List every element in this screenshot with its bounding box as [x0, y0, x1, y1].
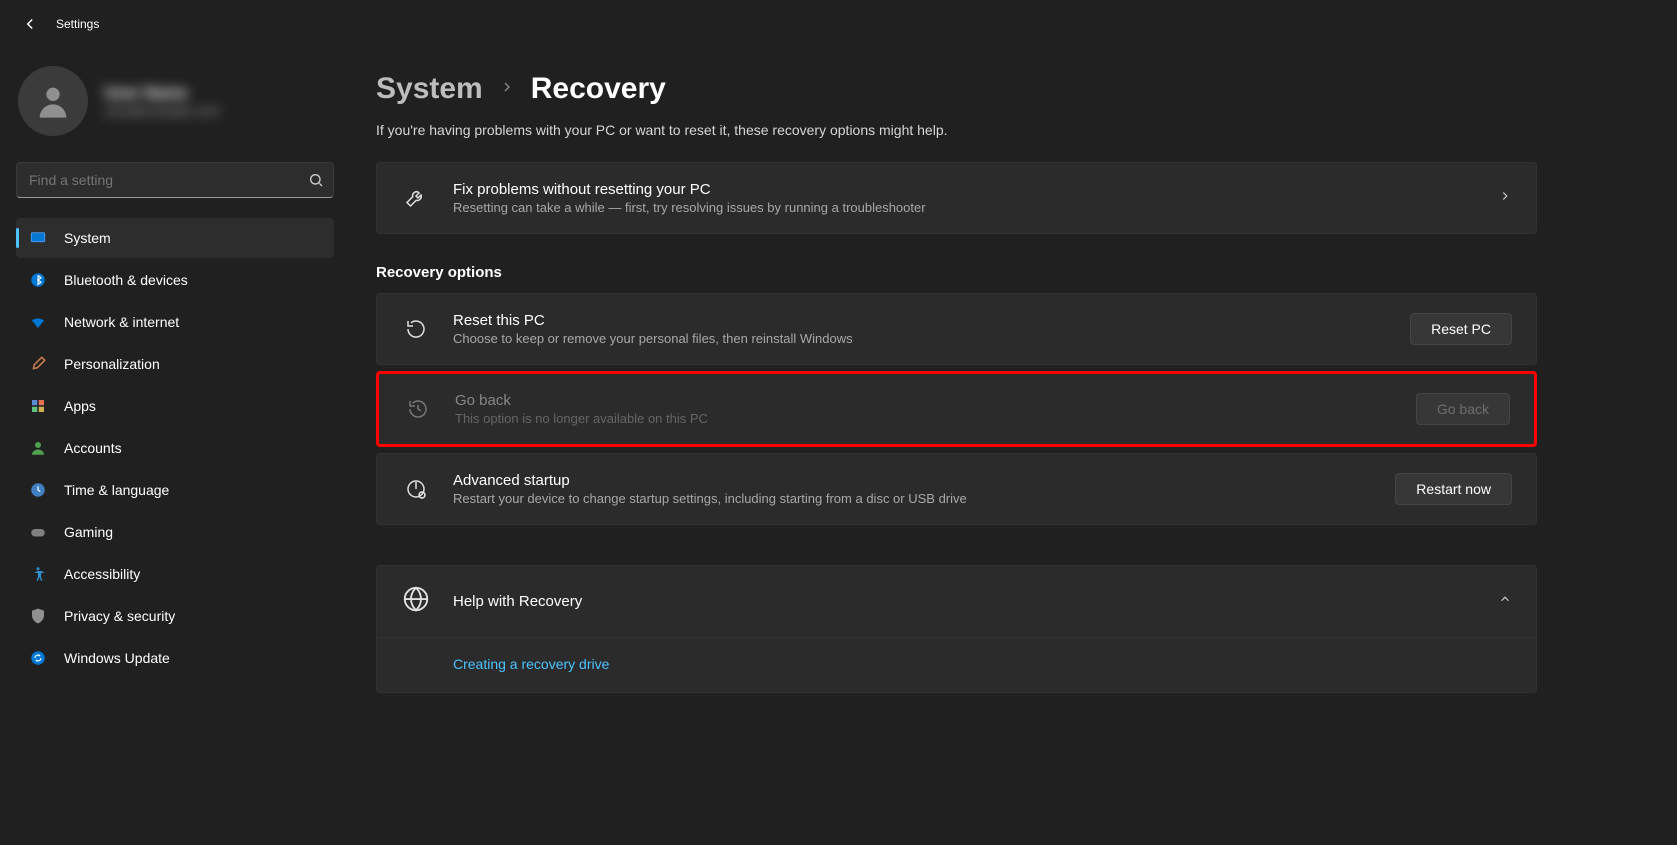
brush-icon [28, 354, 48, 374]
clock-icon [28, 480, 48, 500]
title-bar: Settings [0, 0, 1677, 48]
sidebar-item-privacy[interactable]: Privacy & security [16, 596, 334, 636]
sidebar-item-label: Windows Update [64, 650, 170, 666]
main-content: System Recovery If you're having problem… [350, 48, 1677, 845]
wifi-icon [28, 312, 48, 332]
breadcrumb-current: Recovery [531, 72, 666, 106]
chevron-right-icon [1498, 189, 1512, 208]
troubleshoot-card[interactable]: Fix problems without resetting your PC R… [376, 162, 1537, 234]
help-title: Help with Recovery [453, 593, 1498, 610]
history-icon [403, 394, 433, 424]
go-back-sub: This option is no longer available on th… [455, 411, 1360, 426]
reset-sub: Choose to keep or remove your personal f… [453, 331, 1362, 346]
sidebar-item-label: Privacy & security [64, 608, 175, 624]
restart-now-button[interactable]: Restart now [1395, 473, 1512, 505]
search-input[interactable] [16, 162, 334, 198]
sidebar-item-system[interactable]: System [16, 218, 334, 258]
troubleshoot-title: Fix problems without resetting your PC [453, 181, 1498, 198]
advanced-startup-card: Advanced startup Restart your device to … [376, 453, 1537, 525]
accounts-icon [28, 438, 48, 458]
reset-title: Reset this PC [453, 312, 1362, 329]
advanced-title: Advanced startup [453, 472, 1362, 489]
sidebar-item-label: Accessibility [64, 566, 140, 582]
nav-list: System Bluetooth & devices Network & int… [10, 218, 340, 678]
accessibility-icon [28, 564, 48, 584]
help-header[interactable]: Help with Recovery [377, 566, 1536, 638]
sidebar-item-gaming[interactable]: Gaming [16, 512, 334, 552]
sidebar-item-time[interactable]: Time & language [16, 470, 334, 510]
sidebar-item-update[interactable]: Windows Update [16, 638, 334, 678]
avatar-icon [18, 66, 88, 136]
reset-icon [401, 314, 431, 344]
update-icon [28, 648, 48, 668]
system-icon [28, 228, 48, 248]
sidebar: User Name user@example.com System Blueto… [0, 48, 350, 845]
breadcrumb: System Recovery [376, 72, 1537, 106]
chevron-up-icon [1498, 592, 1512, 611]
sidebar-item-label: Network & internet [64, 314, 179, 330]
go-back-button: Go back [1416, 393, 1510, 425]
sidebar-item-network[interactable]: Network & internet [16, 302, 334, 342]
help-link[interactable]: Creating a recovery drive [453, 656, 609, 672]
sidebar-item-accessibility[interactable]: Accessibility [16, 554, 334, 594]
help-card: Help with Recovery Creating a recovery d… [376, 565, 1537, 693]
sidebar-item-label: Time & language [64, 482, 169, 498]
sidebar-item-label: Bluetooth & devices [64, 272, 188, 288]
sidebar-item-accounts[interactable]: Accounts [16, 428, 334, 468]
sidebar-item-apps[interactable]: Apps [16, 386, 334, 426]
search-icon [308, 172, 324, 188]
shield-icon [28, 606, 48, 626]
sidebar-item-label: Apps [64, 398, 96, 414]
globe-icon [401, 584, 431, 619]
advanced-sub: Restart your device to change startup se… [453, 491, 1362, 506]
go-back-card: Go back This option is no longer availab… [376, 371, 1537, 447]
sidebar-item-label: Accounts [64, 440, 122, 456]
intro-text: If you're having problems with your PC o… [376, 122, 1537, 138]
reset-pc-card: Reset this PC Choose to keep or remove y… [376, 293, 1537, 365]
gaming-icon [28, 522, 48, 542]
reset-pc-button[interactable]: Reset PC [1410, 313, 1512, 345]
sidebar-item-personalization[interactable]: Personalization [16, 344, 334, 384]
chevron-right-icon [499, 79, 515, 100]
profile-name: User Name [104, 85, 220, 103]
sidebar-item-label: System [64, 230, 111, 246]
troubleshoot-sub: Resetting can take a while — first, try … [453, 200, 1498, 215]
sidebar-item-label: Personalization [64, 356, 160, 372]
search-box [16, 162, 334, 198]
apps-icon [28, 396, 48, 416]
profile-card[interactable]: User Name user@example.com [10, 58, 340, 144]
app-title: Settings [56, 17, 99, 31]
bluetooth-icon [28, 270, 48, 290]
profile-email: user@example.com [104, 103, 220, 118]
back-button[interactable] [14, 8, 46, 40]
sidebar-item-label: Gaming [64, 524, 113, 540]
breadcrumb-parent[interactable]: System [376, 72, 483, 106]
wrench-icon [401, 183, 431, 213]
section-heading: Recovery options [376, 264, 1537, 281]
go-back-title: Go back [455, 392, 1360, 409]
power-gear-icon [401, 474, 431, 504]
sidebar-item-bluetooth[interactable]: Bluetooth & devices [16, 260, 334, 300]
